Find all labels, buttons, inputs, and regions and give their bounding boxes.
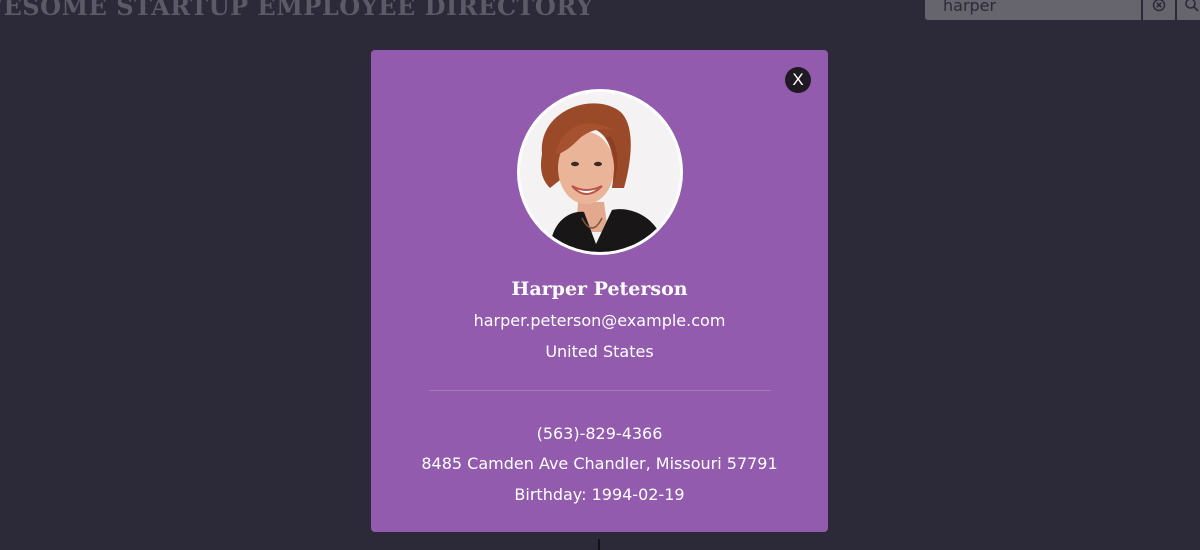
divider [429, 390, 771, 391]
employee-address: 8485 Camden Ave Chandler, Missouri 57791 [421, 454, 778, 473]
search-input[interactable] [925, 0, 1141, 20]
search-clear-button[interactable] [1143, 0, 1175, 20]
background-divider [598, 539, 600, 550]
avatar [517, 89, 683, 255]
clear-icon [1152, 0, 1166, 12]
search-icon [1185, 0, 1199, 12]
page-title: WESOME STARTUP EMPLOYEE DIRECTORY [0, 0, 594, 21]
employee-country: United States [545, 342, 654, 361]
employee-modal: X Harper Peterson harper.peterson@exampl… [371, 50, 828, 532]
employee-birthday: Birthday: 1994-02-19 [514, 485, 685, 504]
employee-name: Harper Peterson [511, 278, 688, 300]
close-button[interactable]: X [785, 67, 811, 93]
employee-phone: (563)-829-4366 [536, 424, 663, 443]
search-bar [925, 0, 1200, 20]
profile-photo [520, 92, 680, 252]
search-submit-button[interactable] [1177, 0, 1200, 20]
employee-email: harper.peterson@example.com [473, 311, 726, 330]
